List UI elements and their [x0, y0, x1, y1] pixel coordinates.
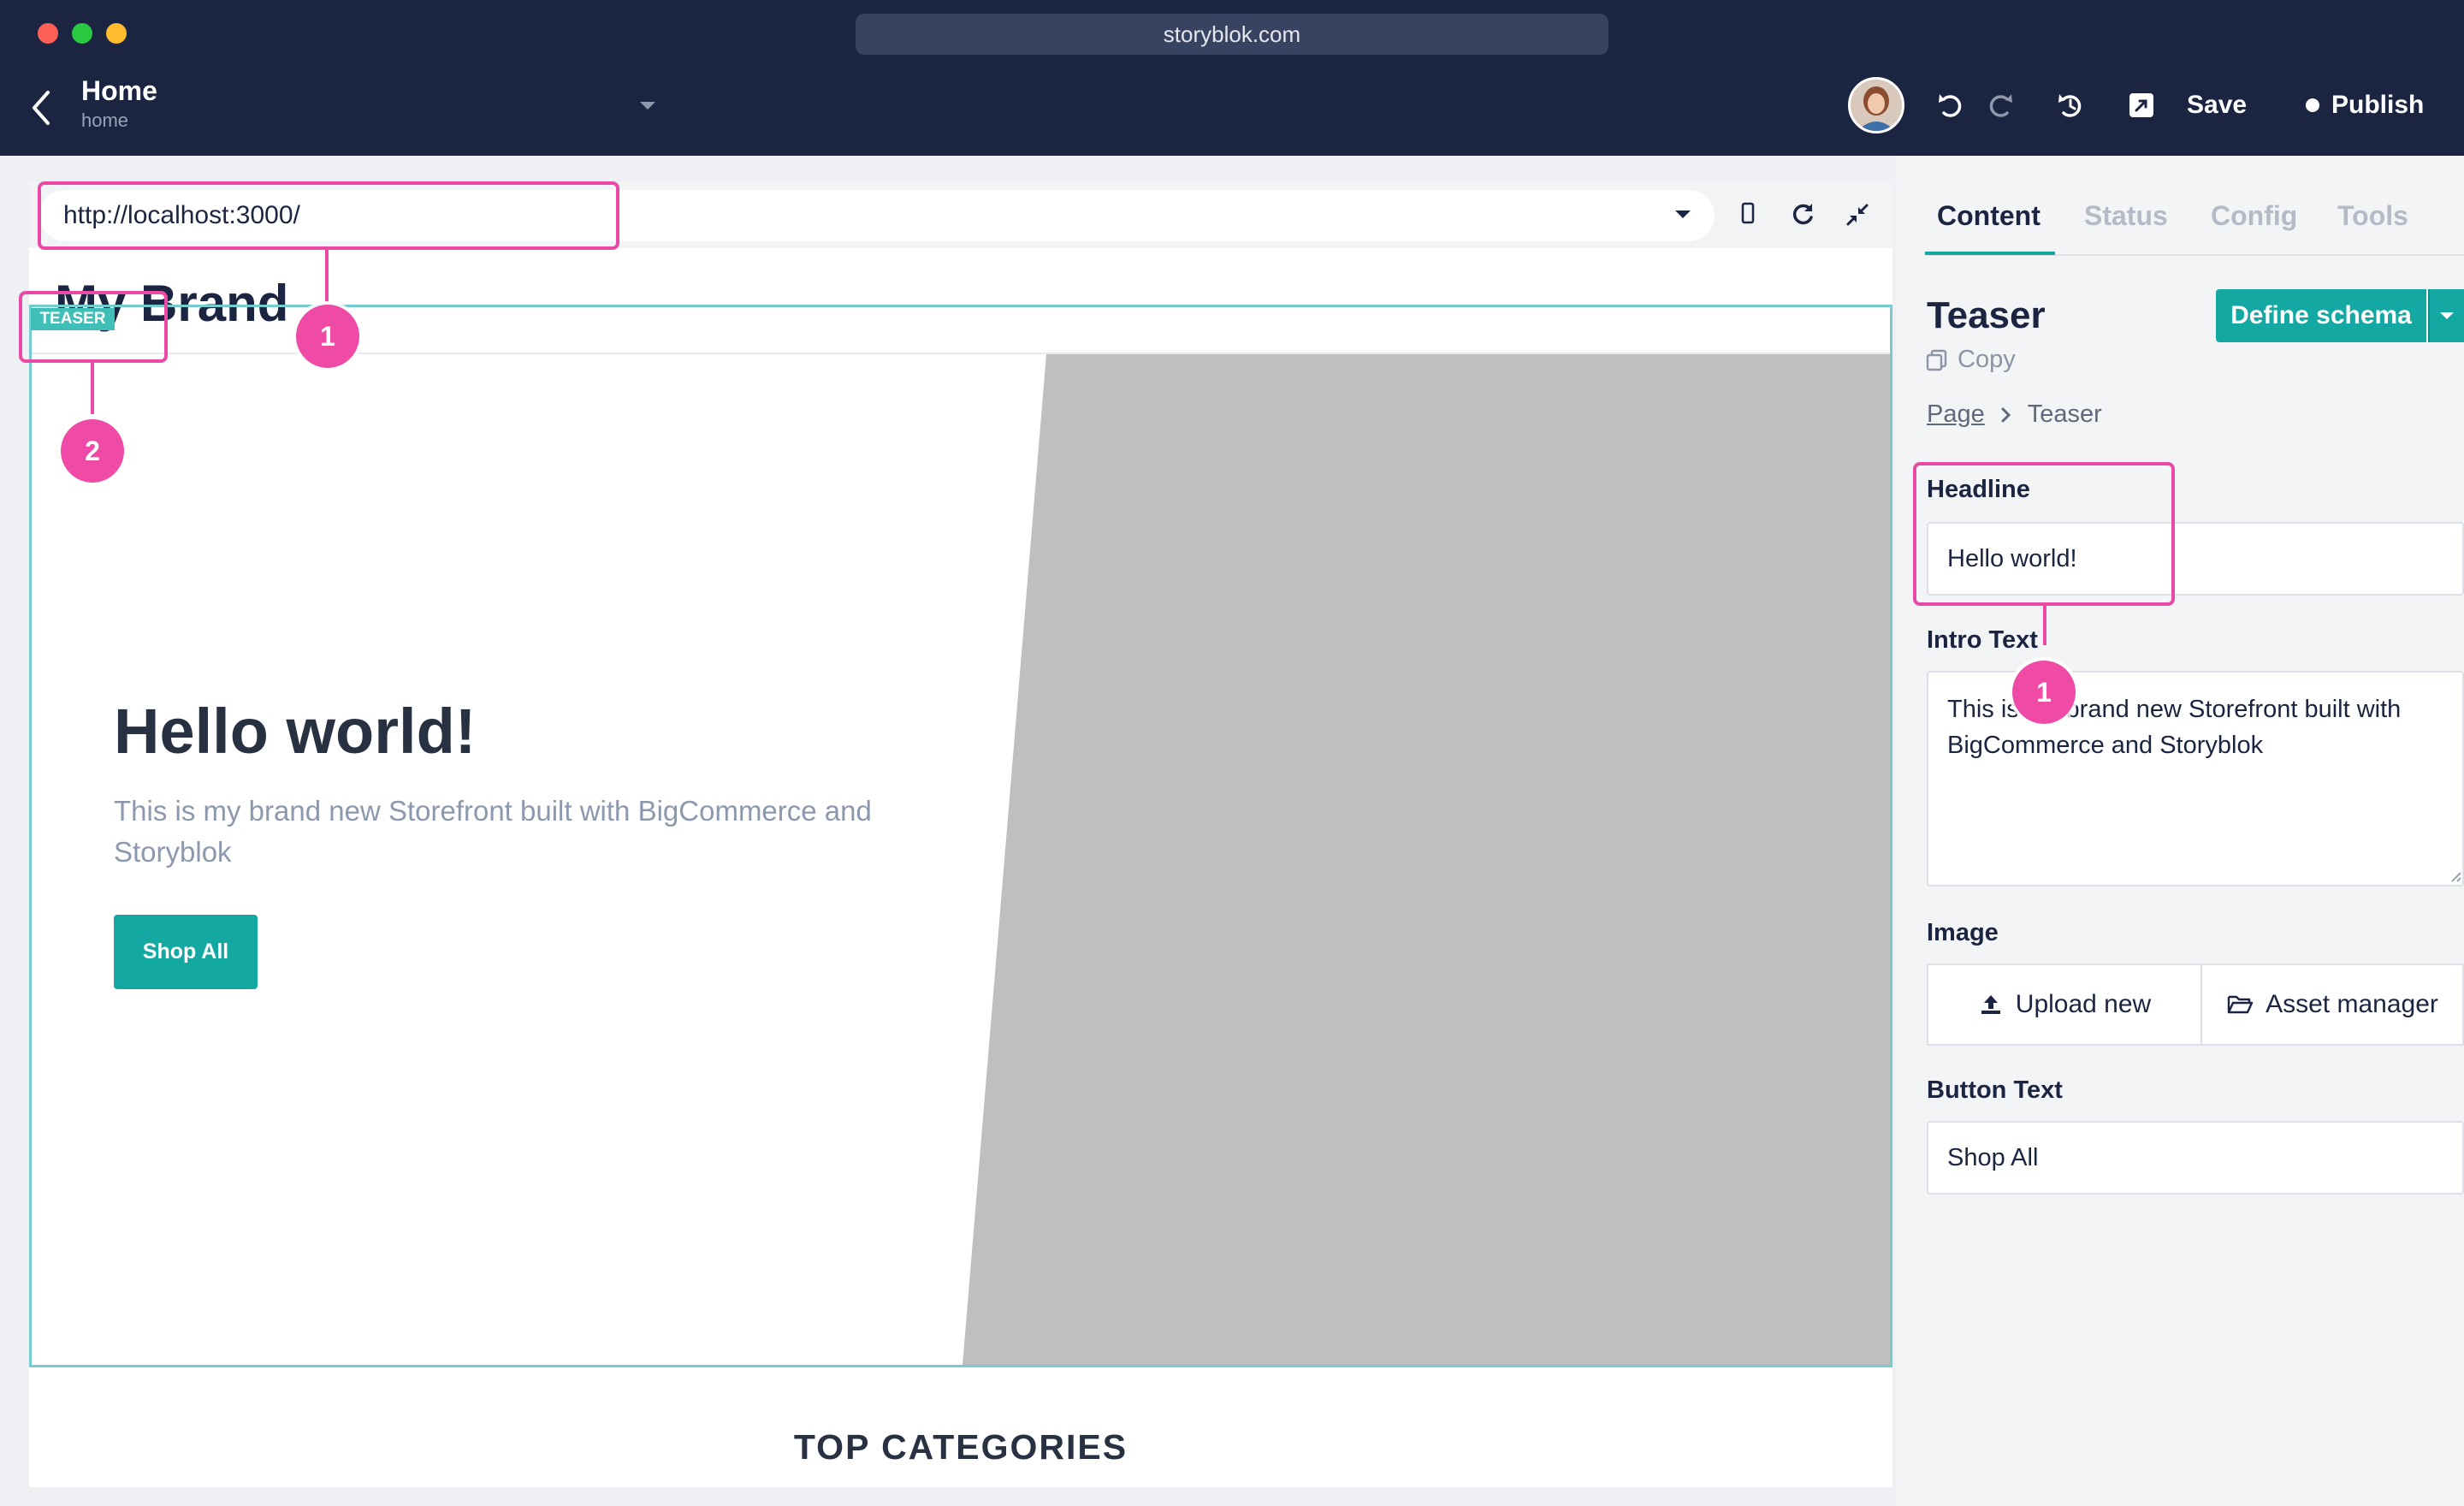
open-external-icon[interactable] — [2129, 92, 2154, 122]
intro-text-textarea[interactable]: This is my brand new Storefront built wi… — [1927, 671, 2464, 886]
breadcrumb-page-link[interactable]: Page — [1927, 400, 1985, 429]
url-dropdown-icon[interactable] — [1673, 209, 1692, 225]
maximize-window-button[interactable] — [72, 23, 92, 44]
image-label: Image — [1927, 919, 1999, 946]
save-button[interactable]: Save — [2187, 91, 2247, 120]
url-annotation-box — [38, 181, 619, 250]
block-title: Teaser — [1927, 294, 2046, 336]
teaser-annotation-box — [19, 291, 168, 363]
close-window-button[interactable] — [38, 23, 58, 44]
upload-new-label: Upload new — [2015, 990, 2152, 1018]
folder-open-icon — [2227, 995, 2254, 1014]
redo-icon[interactable] — [1987, 91, 2014, 124]
tab-content[interactable]: Content — [1937, 200, 2040, 232]
top-categories-heading: TOP CATEGORIES — [793, 1427, 1128, 1467]
headline-annotation-marker: 1 — [2012, 661, 2076, 724]
upload-icon — [1981, 995, 2000, 1014]
teaser-annotation-line — [91, 363, 94, 414]
copy-label: Copy — [1958, 346, 2016, 373]
publish-button[interactable]: Publish — [2306, 91, 2424, 120]
upload-new-button[interactable]: Upload new — [1927, 963, 2202, 1046]
copy-button[interactable]: Copy — [1925, 346, 2016, 374]
copy-icon — [1926, 349, 1947, 371]
chevron-down-icon[interactable] — [638, 100, 657, 116]
back-arrow-icon[interactable] — [29, 89, 55, 131]
collapse-icon[interactable] — [1845, 202, 1870, 232]
asset-manager-label: Asset manager — [2266, 990, 2438, 1018]
shop-all-button[interactable]: Shop All — [114, 915, 258, 989]
breadcrumb-current: Teaser — [2027, 400, 2102, 428]
define-schema-button[interactable]: Define schema — [2216, 289, 2426, 342]
tab-status[interactable]: Status — [2084, 200, 2168, 232]
button-text-label: Button Text — [1927, 1076, 2063, 1104]
refresh-icon[interactable] — [1790, 202, 1815, 232]
tab-config[interactable]: Config — [2211, 200, 2297, 232]
headline-annotation-line — [2043, 606, 2046, 645]
app-header — [0, 67, 2464, 156]
active-tab-indicator — [1925, 252, 2055, 255]
history-icon[interactable] — [2057, 91, 2084, 124]
undo-icon[interactable] — [1937, 91, 1964, 124]
url-annotation-marker: 1 — [296, 305, 359, 368]
headline-annotation-box — [1913, 462, 2175, 606]
url-annotation-line — [325, 250, 329, 303]
chevron-right-icon — [2001, 407, 2011, 422]
asset-manager-button[interactable]: Asset manager — [2200, 963, 2464, 1046]
breadcrumb: Page Teaser — [1927, 400, 2102, 429]
page-slug: home — [81, 110, 129, 131]
intro-text-label: Intro Text — [1927, 626, 2038, 654]
schema-options-button[interactable] — [2428, 289, 2464, 342]
resize-grip-icon[interactable] — [2449, 869, 2462, 887]
page-title: Home — [81, 75, 157, 106]
teaser-annotation-marker: 2 — [61, 419, 124, 483]
minimize-window-button[interactable] — [106, 23, 127, 44]
button-text-input[interactable]: Shop All — [1927, 1121, 2464, 1195]
status-dot-icon — [2306, 98, 2319, 112]
avatar[interactable] — [1848, 77, 1904, 133]
hero-intro-text: This is my brand new Storefront built wi… — [114, 795, 872, 868]
browser-url-bar[interactable]: storyblok.com — [856, 14, 1608, 55]
mobile-view-icon[interactable] — [1740, 202, 1756, 230]
hero-headline: Hello world! — [114, 696, 477, 767]
chevron-down-icon — [2440, 312, 2454, 319]
publish-label: Publish — [2331, 91, 2425, 119]
tab-tools[interactable]: Tools — [2337, 200, 2408, 232]
